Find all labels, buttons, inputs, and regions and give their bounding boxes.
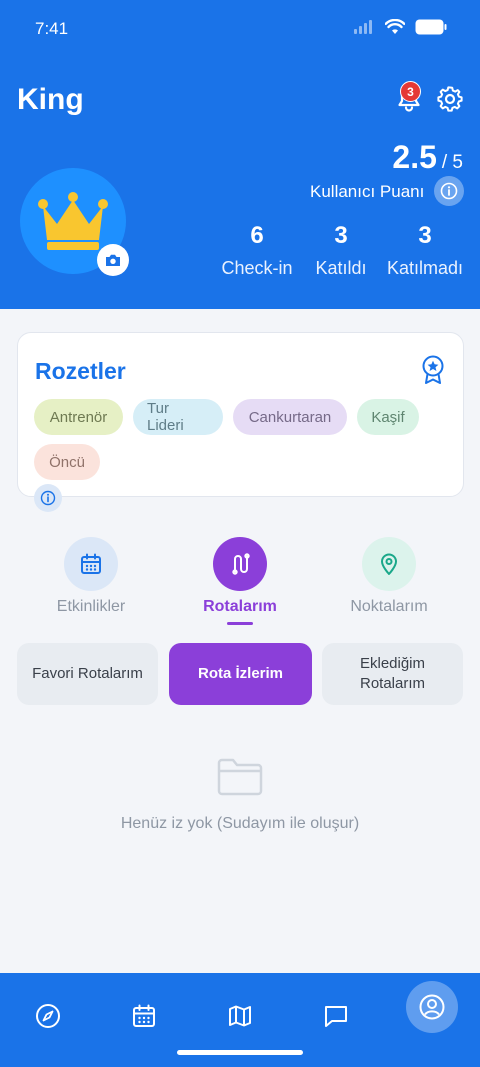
status-time: 7:41 [35, 19, 69, 38]
stat-value: 6 [250, 222, 264, 249]
notification-badge: 3 [400, 81, 421, 102]
map-icon [229, 1005, 251, 1027]
empty-folder-icon [217, 758, 263, 796]
tab-events-label[interactable]: Etkinlikler [21, 598, 161, 616]
tab-routes[interactable] [213, 537, 267, 591]
wifi-icon [385, 19, 405, 34]
nav-profile[interactable] [406, 981, 458, 1033]
tab-routes-label[interactable]: Rotalarım [170, 598, 310, 616]
score-label: Kullanıcı Puanı [310, 182, 425, 201]
subtab-added-routes[interactable]: Eklediğim Rotalarım [322, 643, 463, 705]
stat-label: Katılmadı [386, 258, 464, 278]
battery-icon [415, 19, 447, 35]
signal-icon [354, 20, 372, 34]
camera-icon [106, 254, 120, 266]
nav-calendar[interactable] [118, 990, 170, 1042]
home-indicator [177, 1050, 303, 1055]
route-icon [232, 553, 250, 575]
stat-attended: 3 Katıldı [305, 222, 377, 279]
score-value: 2.5 [392, 139, 437, 175]
username: King [17, 83, 84, 116]
nav-map[interactable] [214, 990, 266, 1042]
profile-icon [419, 994, 445, 1020]
calendar-icon [133, 1004, 155, 1027]
empty-state-text: Henüz iz yok (Sudayım ile oluşur) [120, 815, 360, 832]
tab-points-label[interactable]: Noktalarım [319, 598, 459, 616]
map-pin-icon [381, 553, 397, 575]
subtab-route-tracks[interactable]: Rota İzlerim [169, 643, 312, 705]
stat-value: 3 [418, 222, 432, 249]
profile-header: 7:41 King 3 2.5 / 5 Kullanıcı Puanı 6 Ch… [0, 0, 480, 309]
calendar-icon [81, 553, 101, 574]
stat-label: Katıldı [315, 258, 367, 278]
stat-value: 3 [334, 222, 348, 249]
status-icons [353, 19, 447, 35]
badges-title: Rozetler [35, 358, 126, 384]
score-max: / 5 [441, 152, 463, 173]
compass-icon [36, 1004, 60, 1028]
chat-icon [325, 1006, 347, 1027]
score-info-button[interactable] [434, 176, 464, 206]
stat-label: Check-in [221, 258, 293, 278]
badge-chip-oncu[interactable]: Öncü [34, 444, 100, 480]
badge-chip-antrenor[interactable]: Antrenör [34, 399, 123, 435]
user-score: 2.5 / 5 [392, 139, 463, 176]
badge-chip-tur-lideri[interactable]: Tur Lideri [133, 399, 223, 435]
nav-messages[interactable] [310, 990, 362, 1042]
award-icon[interactable] [420, 355, 446, 385]
stat-not-attended: 3 Katılmadı [382, 222, 468, 279]
badges-info-button[interactable] [34, 484, 62, 512]
crown-icon [38, 192, 108, 250]
badge-chip-kasif[interactable]: Kaşif [357, 399, 419, 435]
active-tab-indicator [227, 622, 253, 625]
badge-chip-cankurtaran[interactable]: Cankurtaran [233, 399, 347, 435]
tab-points[interactable] [362, 537, 416, 591]
subtab-favorite-routes[interactable]: Favori Rotalarım [17, 643, 158, 705]
status-bar: 7:41 [0, 0, 480, 60]
info-icon [40, 490, 56, 506]
settings-gear-icon[interactable] [437, 86, 463, 112]
info-icon [440, 182, 458, 200]
tab-events[interactable] [64, 537, 118, 591]
nav-explore[interactable] [22, 990, 74, 1042]
change-photo-button[interactable] [97, 244, 129, 276]
stat-checkin: 6 Check-in [212, 222, 302, 279]
